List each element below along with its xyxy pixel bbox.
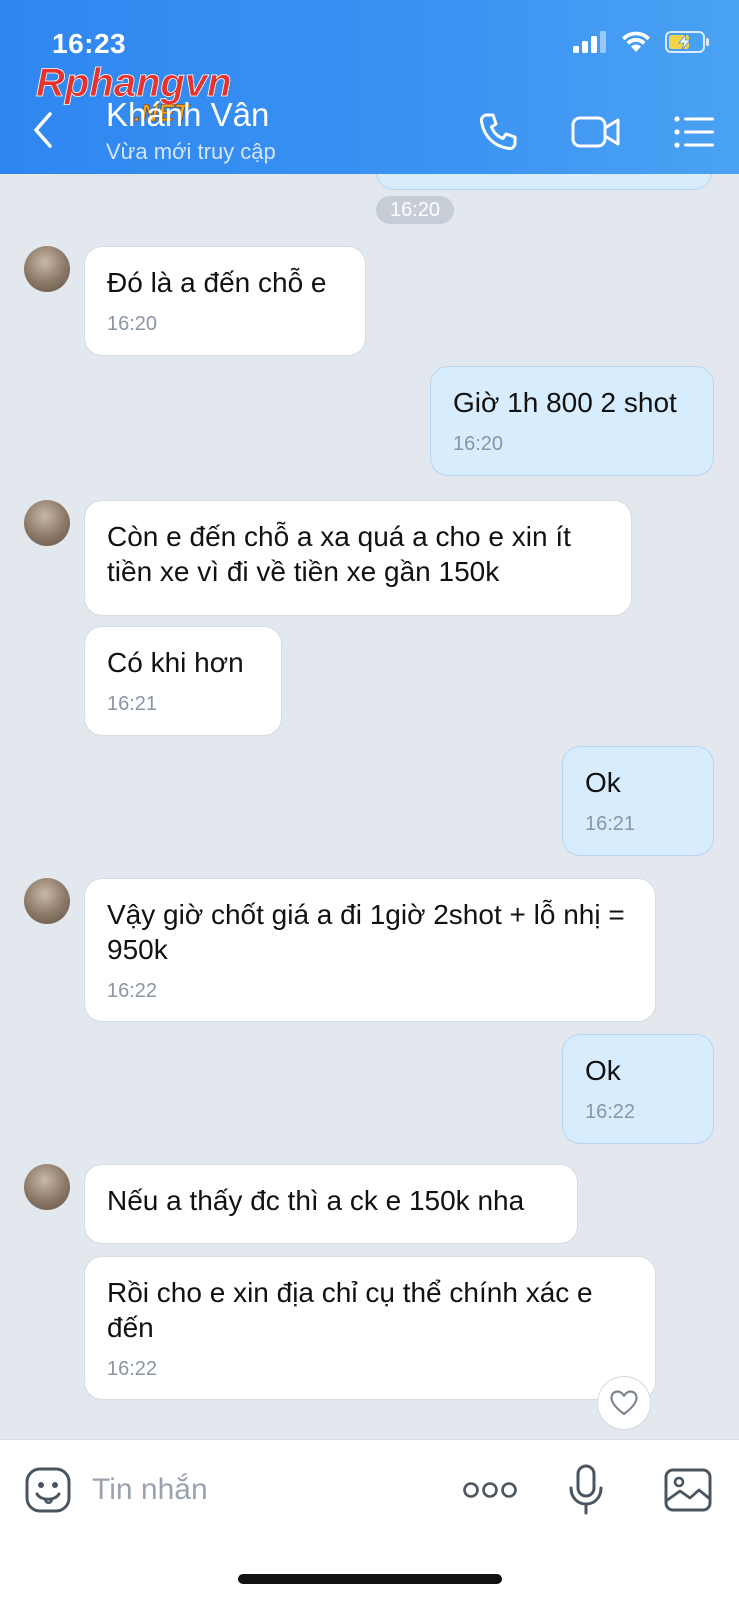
previous-message-bubble: [376, 174, 712, 190]
message-time: 16:22: [585, 1101, 636, 1123]
message-bubble-sent[interactable]: Ok 16:22: [562, 1034, 714, 1144]
chat-messages[interactable]: 16:20 Đó là a đến chỗ e 16:20 Giờ 1h 800…: [0, 174, 739, 1439]
back-arrow-icon: [34, 112, 52, 148]
message-input-bar: [0, 1439, 739, 1600]
more-options-button[interactable]: [462, 1464, 518, 1516]
message-text: Nếu a thấy đc thì a ck e 150k nha: [107, 1185, 525, 1216]
message-text: Vậy giờ chốt giá a đi 1giờ 2shot + lỗ nh…: [107, 899, 625, 965]
message-time: 16:21: [107, 693, 158, 715]
avatar[interactable]: [24, 878, 70, 924]
back-button[interactable]: [28, 108, 58, 152]
wifi-icon: [622, 31, 650, 52]
call-button[interactable]: [474, 108, 522, 156]
status-icons: [573, 30, 711, 54]
avatar[interactable]: [24, 500, 70, 546]
message-time: 16:22: [107, 980, 158, 1002]
phone-icon: [479, 113, 517, 151]
sticker-icon: [25, 1467, 71, 1513]
message-text: Có khi hơn: [107, 647, 244, 678]
message-bubble-sent[interactable]: Ok 16:21: [562, 746, 714, 856]
message-text: Đó là a đến chỗ e: [107, 267, 327, 298]
message-bubble-received[interactable]: Có khi hơn 16:21: [84, 626, 282, 736]
message-text: Giờ 1h 800 2 shot: [453, 387, 677, 418]
contact-name[interactable]: Khánh Vân: [106, 96, 269, 134]
message-input[interactable]: [92, 1468, 432, 1512]
microphone-icon: [569, 1464, 603, 1515]
message-text: Ok: [585, 1055, 621, 1086]
message-bubble-received[interactable]: Còn e đến chỗ a xa quá a cho e xin ít ti…: [84, 500, 632, 616]
image-button[interactable]: [662, 1464, 714, 1516]
contact-status: Vừa mới truy cập: [106, 139, 276, 164]
message-bubble-sent[interactable]: Giờ 1h 800 2 shot 16:20: [430, 366, 714, 476]
battery-charging-icon: [665, 31, 709, 53]
heart-icon: [610, 1390, 638, 1416]
message-text: Còn e đến chỗ a xa quá a cho e xin ít ti…: [107, 521, 571, 587]
image-icon: [664, 1468, 712, 1512]
video-call-button[interactable]: [566, 108, 626, 156]
time-separator: 16:20: [376, 196, 454, 224]
message-bubble-received[interactable]: Rồi cho e xin địa chỉ cụ thể chính xác e…: [84, 1256, 656, 1400]
message-time: 16:22: [107, 1358, 158, 1380]
menu-button[interactable]: [670, 108, 718, 156]
avatar[interactable]: [24, 1164, 70, 1210]
message-bubble-received[interactable]: Vậy giờ chốt giá a đi 1giờ 2shot + lỗ nh…: [84, 878, 656, 1022]
home-indicator[interactable]: [238, 1574, 502, 1584]
menu-list-icon: [674, 116, 714, 148]
microphone-button[interactable]: [560, 1464, 612, 1516]
message-time: 16:21: [585, 813, 636, 835]
message-time: 16:20: [107, 313, 158, 335]
message-bubble-received[interactable]: Nếu a thấy đc thì a ck e 150k nha: [84, 1164, 578, 1244]
avatar[interactable]: [24, 246, 70, 292]
sticker-button[interactable]: [22, 1464, 74, 1516]
signal-icon: [573, 31, 606, 53]
chat-header: 16:23 Rphangvn .NET Khánh Vân Vừa mới tr…: [0, 0, 739, 174]
message-text: Ok: [585, 767, 621, 798]
video-call-icon: [571, 116, 620, 148]
message-text: Rồi cho e xin địa chỉ cụ thể chính xác e…: [107, 1277, 593, 1343]
react-button[interactable]: [597, 1376, 651, 1430]
more-options-icon: [463, 1482, 517, 1498]
message-bubble-received[interactable]: Đó là a đến chỗ e 16:20: [84, 246, 366, 356]
message-time: 16:20: [453, 433, 504, 455]
